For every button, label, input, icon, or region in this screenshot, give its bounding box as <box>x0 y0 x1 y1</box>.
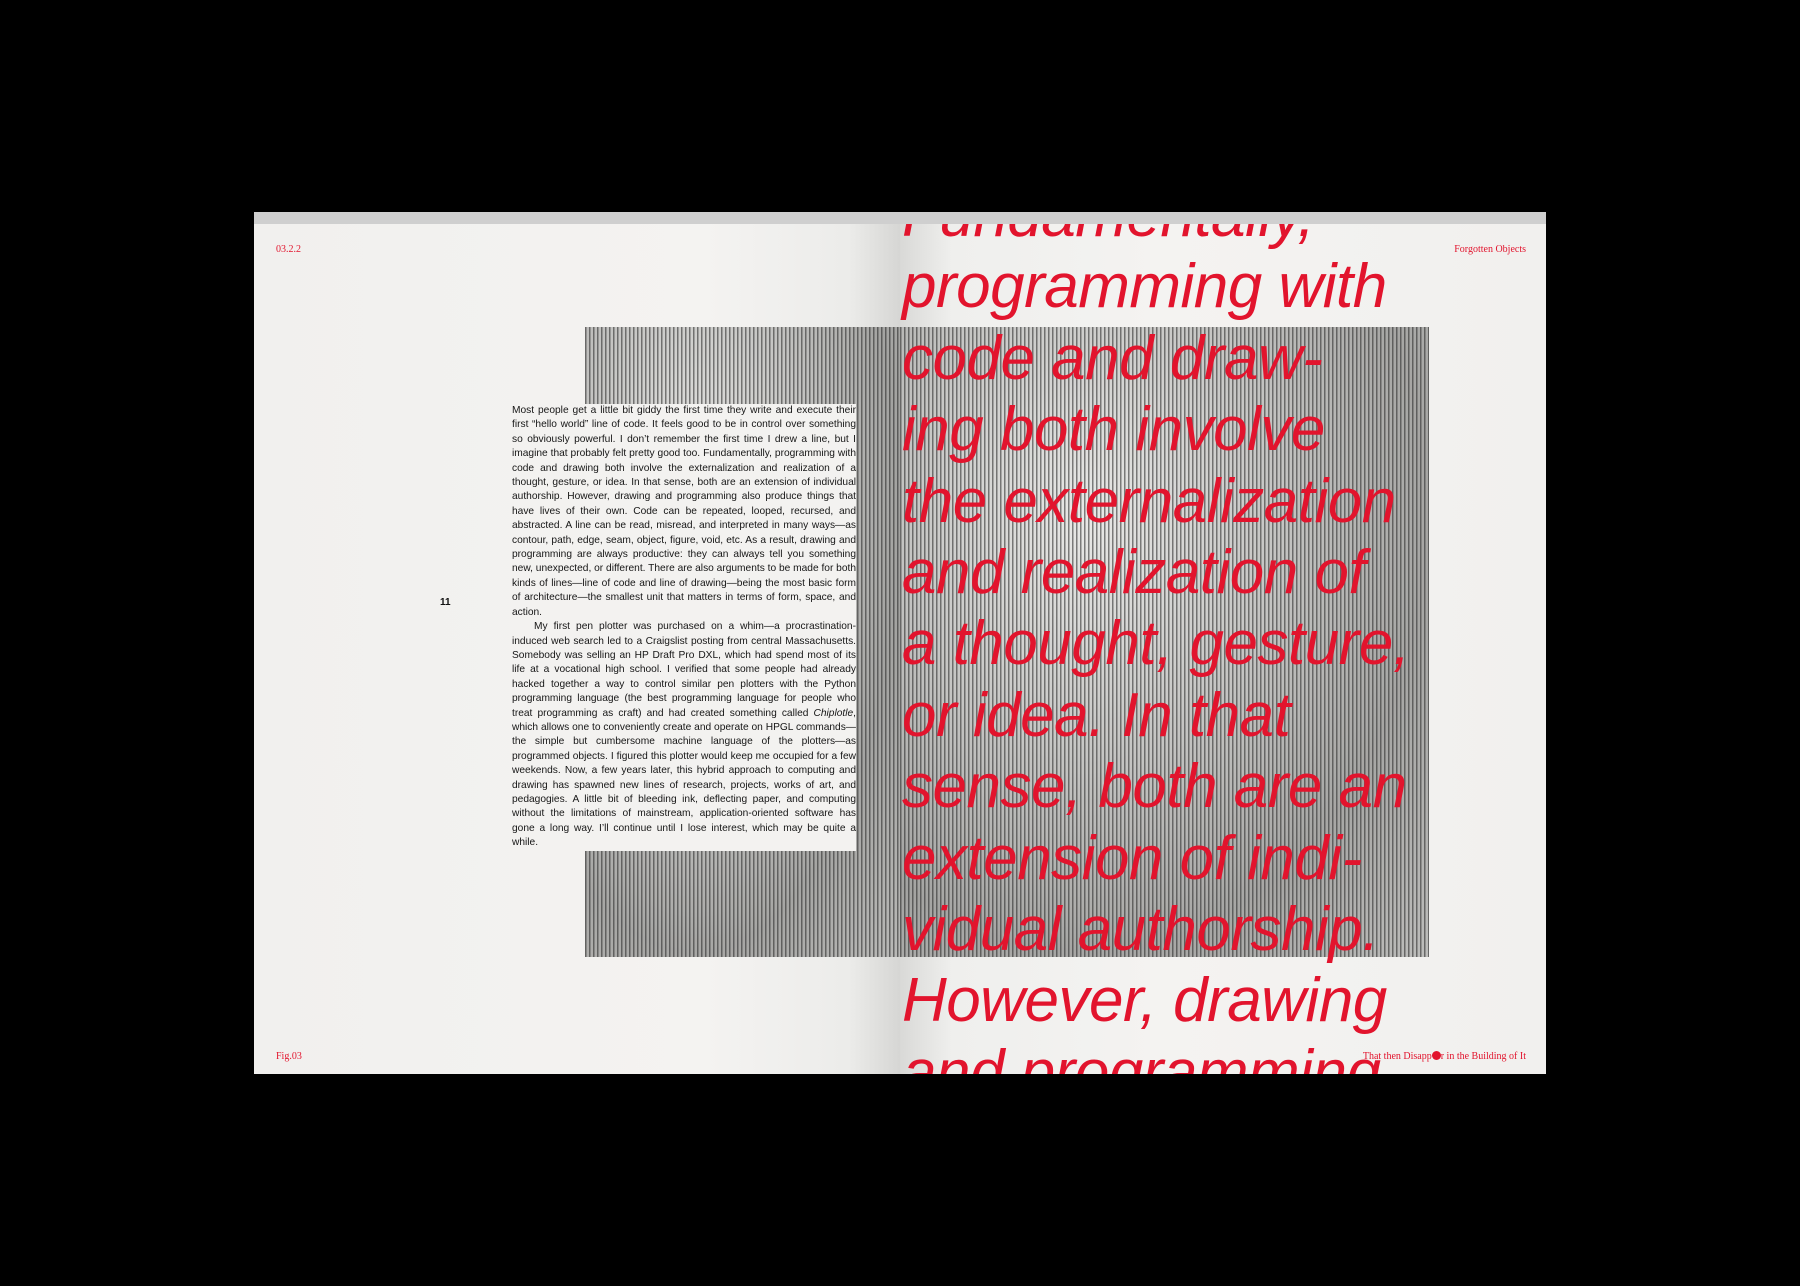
red-dot-mark <box>1431 1051 1441 1060</box>
paragraph-2-part-b: , which allows one to conveniently creat… <box>512 707 856 849</box>
figure-label: Fig.03 <box>276 1051 302 1062</box>
page-number: 11 <box>440 597 451 608</box>
paragraph-2: My first pen plotter was purchased on a … <box>512 620 856 851</box>
body-text: Most people get a little bit giddy the f… <box>512 404 856 851</box>
paragraph-1: Most people get a little bit giddy the f… <box>512 405 856 618</box>
book-spread: 03.2.2 Fig.03 11 Most people get a littl… <box>254 212 1546 1074</box>
running-foot-part-a: That then Disapp <box>1362 1051 1432 1062</box>
section-number: 03.2.2 <box>276 244 301 255</box>
paragraph-2-part-a: My first pen plotter was purchased on a … <box>512 621 856 719</box>
chiplotle-italic: Chiplotle <box>813 707 854 719</box>
right-page: Fundamentally, programming with code and… <box>900 224 1546 1074</box>
running-head: Forgotten Objects <box>1454 244 1526 255</box>
running-foot: That then Disapp r in the Building of It <box>1363 1051 1526 1062</box>
left-page: 03.2.2 Fig.03 11 Most people get a littl… <box>254 224 900 1074</box>
running-foot-part-b: r in the Building of It <box>1440 1051 1526 1062</box>
pull-quote: Fundamentally, programming with code and… <box>902 224 1410 1074</box>
